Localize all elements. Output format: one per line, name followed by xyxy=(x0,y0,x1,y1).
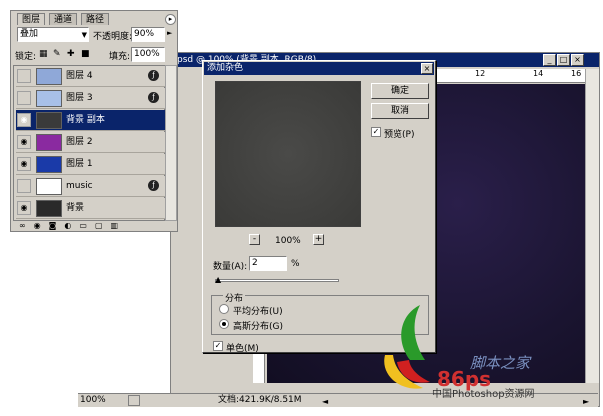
zoom-readout[interactable]: 100% xyxy=(80,394,106,407)
layer-name: 图层 1 xyxy=(66,159,93,169)
eye-icon[interactable] xyxy=(17,91,31,105)
amount-field[interactable]: 2 xyxy=(249,256,287,271)
dialog-title: 添加杂色 xyxy=(204,62,434,75)
ruler-tick: 12 xyxy=(475,69,486,78)
eye-icon[interactable] xyxy=(17,69,31,83)
new-layer-icon[interactable]: ▢ xyxy=(95,221,111,230)
close-button[interactable]: × xyxy=(571,54,584,66)
layer-list: 图层 4 ƒ 图层 3 ƒ ◉ 背景 副本 ◉ 图层 2 ◉ 图层 1 music ƒ ◉ 背景 xyxy=(13,65,166,221)
layer-name: 图层 3 xyxy=(66,93,93,103)
fill-field[interactable]: 100% xyxy=(131,47,165,62)
dialog-close-button[interactable]: × xyxy=(421,63,433,74)
eye-icon[interactable] xyxy=(17,179,31,193)
panel-menu-icon[interactable]: ▸ xyxy=(165,14,176,25)
preview-image[interactable] xyxy=(215,81,361,227)
gaussian-radio[interactable] xyxy=(219,319,229,329)
fill-label: 填充: xyxy=(109,52,131,62)
monochromatic-checkbox[interactable]: ✓ xyxy=(213,341,223,351)
layer-toolbar: ∞◉◙◐▭▢▥ xyxy=(11,221,177,231)
watermark-corner-text: 脚本之家 xyxy=(470,354,531,372)
eye-icon[interactable]: ◉ xyxy=(17,135,31,149)
layers-panel: 图层 通道 路径 ▸ 叠加 ▼ 不透明度: 90% ► 锁定: ▦ ✎ ✚ ■ … xyxy=(10,10,178,232)
amount-label: 数量(A): xyxy=(213,262,248,272)
layer-effects-icon[interactable]: ƒ xyxy=(148,180,159,191)
zoom-in-button[interactable]: + xyxy=(313,234,324,245)
layer-row[interactable]: ◉ 图层 2 xyxy=(16,132,166,153)
opacity-label: 不透明度: xyxy=(93,32,133,42)
opacity-field[interactable]: 90% xyxy=(131,27,165,42)
lock-paint-icon[interactable]: ✎ xyxy=(53,49,61,59)
layer-row[interactable]: ◉ 背景 xyxy=(16,198,166,219)
preview-label: 预览(P) xyxy=(384,130,415,140)
layer-row[interactable]: 图层 4 ƒ xyxy=(16,66,166,87)
mask-icon[interactable]: ◙ xyxy=(49,221,65,230)
lock-transparent-icon[interactable]: ▦ xyxy=(39,49,48,59)
watermark-site-label: 中国Photoshop资源网 xyxy=(432,389,535,400)
layer-name: 图层 4 xyxy=(66,71,93,81)
blend-mode-select[interactable]: 叠加 ▼ xyxy=(17,27,89,42)
layer-effects-icon[interactable]: ƒ xyxy=(148,92,159,103)
ruler-tick: 16 xyxy=(571,69,582,78)
adjustment-icon[interactable]: ◐ xyxy=(64,221,79,230)
layer-effects-icon[interactable]: ƒ xyxy=(148,70,159,81)
eye-icon[interactable]: ◉ xyxy=(17,157,31,171)
lock-all-icon[interactable]: ■ xyxy=(81,49,90,59)
monochromatic-label: 单色(M) xyxy=(226,344,259,354)
tab-layers[interactable]: 图层 xyxy=(17,13,46,25)
vertical-scrollbar[interactable] xyxy=(585,69,599,383)
scroll-left-icon[interactable]: ◄ xyxy=(322,395,328,408)
layer-thumbnail xyxy=(36,112,62,129)
minimize-button[interactable]: _ xyxy=(543,54,556,66)
tab-channels[interactable]: 通道 xyxy=(49,13,78,25)
gaussian-label: 高斯分布(G) xyxy=(233,322,283,332)
layer-row[interactable]: 图层 3 ƒ xyxy=(16,88,166,109)
link-icon[interactable]: ∞ xyxy=(19,221,34,230)
status-menu-icon[interactable] xyxy=(128,395,140,406)
layer-name: music xyxy=(66,181,93,191)
uniform-radio[interactable] xyxy=(219,304,229,314)
layer-name: 图层 2 xyxy=(66,137,93,147)
preview-zoom: 100% xyxy=(275,236,301,246)
cancel-button[interactable]: 取消 xyxy=(371,103,429,119)
lock-move-icon[interactable]: ✚ xyxy=(67,49,75,59)
layer-thumbnail xyxy=(36,178,62,195)
layer-row[interactable]: ◉ 图层 1 xyxy=(16,154,166,175)
layer-row[interactable]: music ƒ xyxy=(16,176,166,197)
amount-unit: % xyxy=(291,259,300,269)
logo-leaf-green xyxy=(401,305,425,360)
ok-button[interactable]: 确定 xyxy=(371,83,429,99)
watermark-logo: 86ps xyxy=(384,305,490,391)
amount-slider[interactable] xyxy=(215,279,339,282)
trash-icon[interactable]: ▥ xyxy=(111,221,127,230)
scroll-right-icon[interactable]: ► xyxy=(583,395,589,408)
preview-checkbox[interactable]: ✓ xyxy=(371,127,381,137)
layer-thumbnail xyxy=(36,68,62,85)
tab-paths[interactable]: 路径 xyxy=(81,13,110,25)
doc-size: 文档:421.9K/8.51M xyxy=(218,395,302,405)
chevron-down-icon: ▼ xyxy=(81,31,87,39)
slider-handle-icon[interactable]: ▲ xyxy=(215,275,221,284)
ruler-tick: 14 xyxy=(533,69,544,78)
layer-name: 背景 副本 xyxy=(66,115,105,125)
layer-row[interactable]: ◉ 背景 副本 xyxy=(16,110,166,131)
lock-label: 锁定: xyxy=(15,52,37,62)
layer-thumbnail xyxy=(36,90,62,107)
layer-thumbnail xyxy=(36,134,62,151)
layer-name: 背景 xyxy=(66,203,85,213)
maximize-button[interactable]: □ xyxy=(557,54,570,66)
uniform-label: 平均分布(U) xyxy=(233,307,283,317)
folder-icon[interactable]: ▭ xyxy=(79,221,95,230)
layer-thumbnail xyxy=(36,200,62,217)
blend-mode-value: 叠加 xyxy=(20,29,39,39)
eye-icon[interactable]: ◉ xyxy=(17,113,31,127)
layer-scrollbar[interactable] xyxy=(165,65,177,221)
distribution-label: 分布 xyxy=(223,291,246,304)
opacity-slider-icon[interactable]: ► xyxy=(167,29,172,37)
eye-icon[interactable]: ◉ xyxy=(17,201,31,215)
layer-thumbnail xyxy=(36,156,62,173)
zoom-out-button[interactable]: - xyxy=(249,234,260,245)
fx-icon[interactable]: ◉ xyxy=(34,221,49,230)
